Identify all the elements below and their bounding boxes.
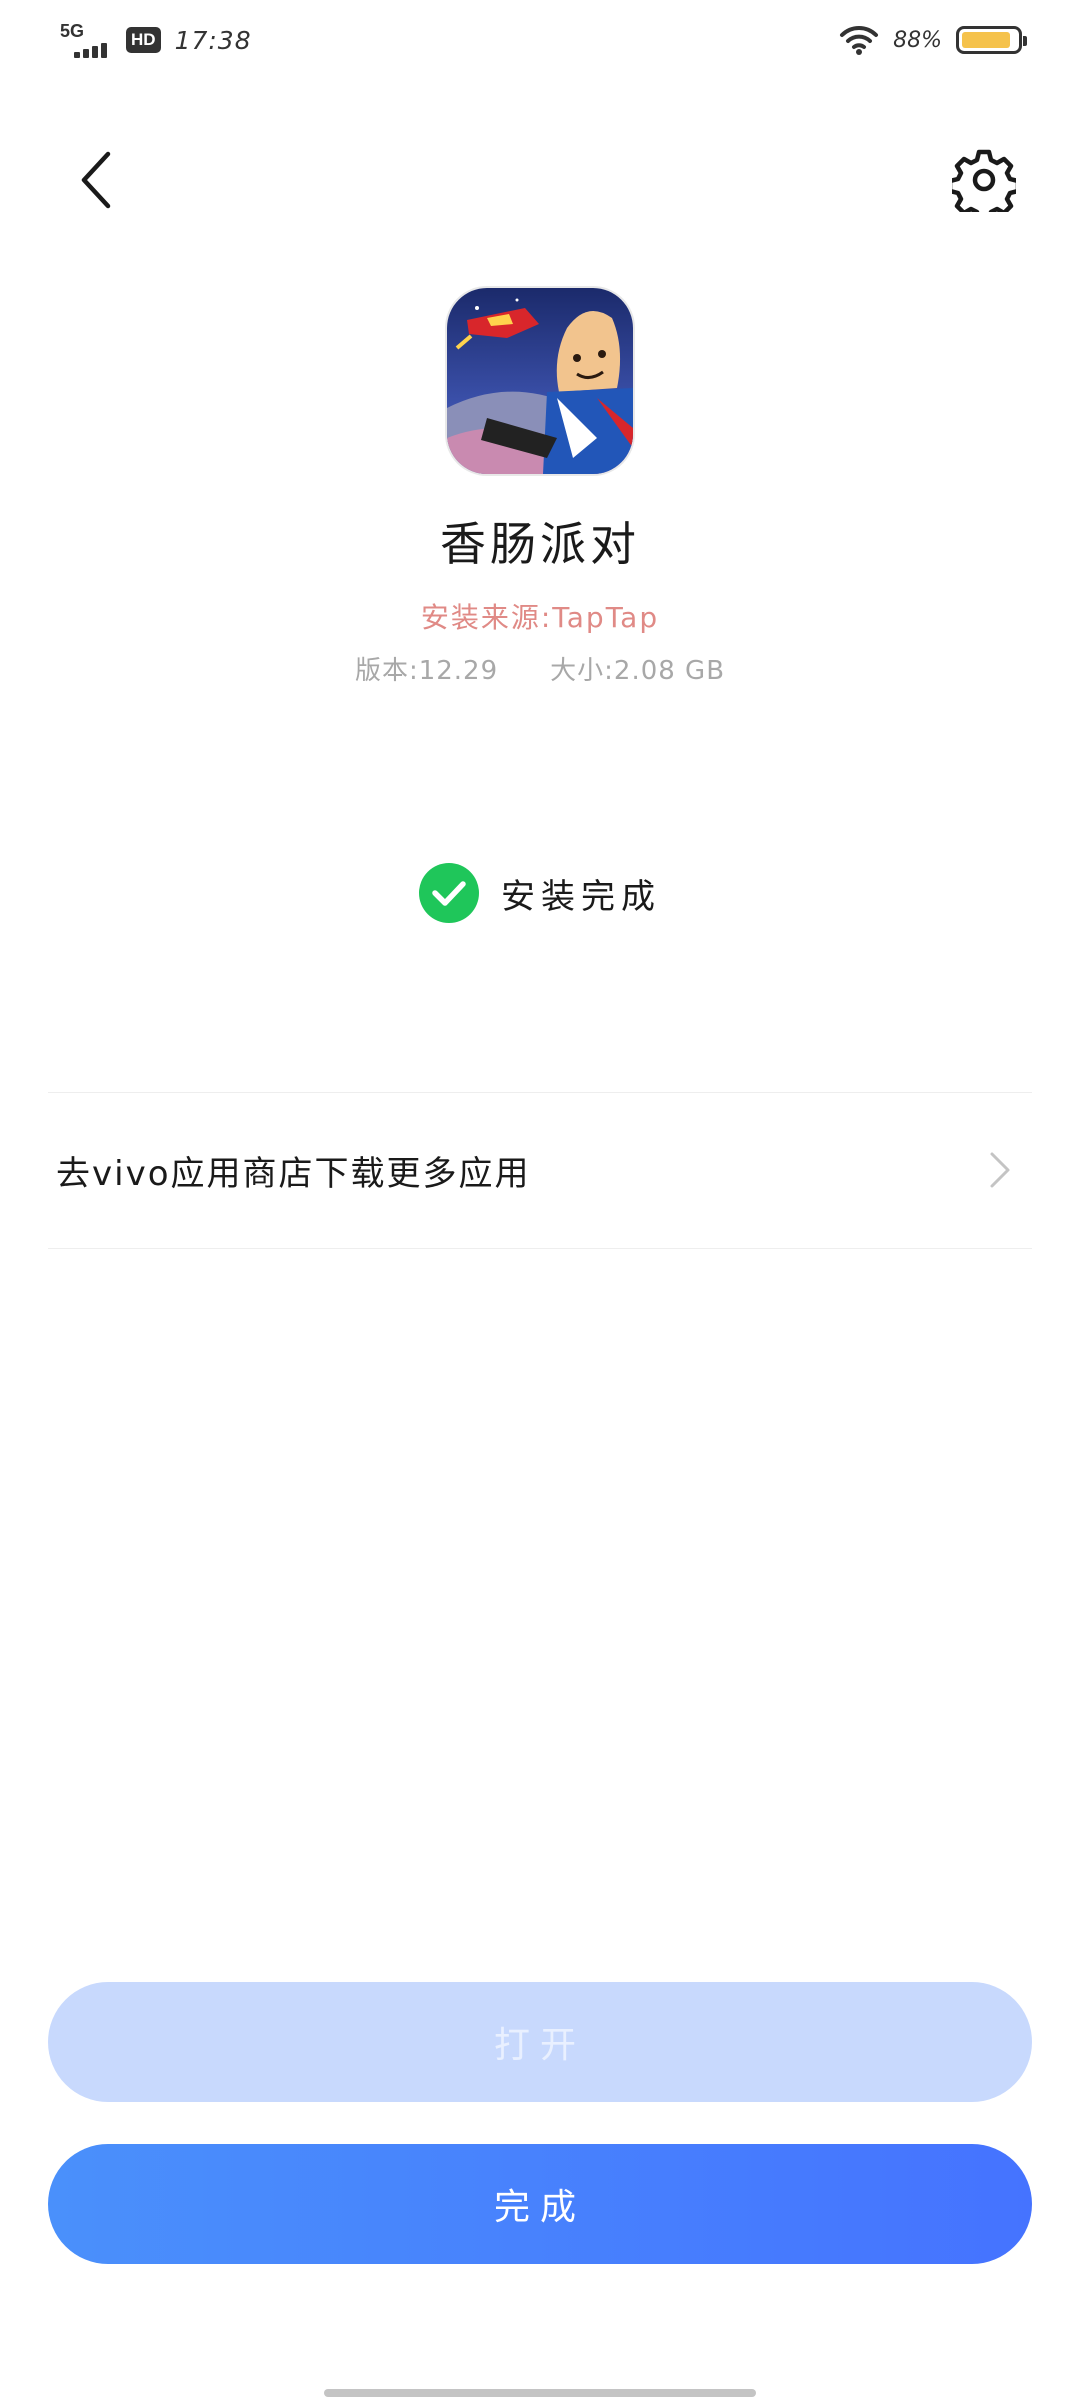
battery-percent: 88% bbox=[893, 27, 942, 53]
divider-bottom bbox=[48, 1248, 1032, 1249]
gear-icon bbox=[952, 149, 1016, 212]
install-source: 安装来源:TapTap bbox=[420, 601, 660, 634]
app-version: 版本:12.29 bbox=[354, 656, 499, 686]
battery-level bbox=[962, 32, 1010, 48]
chevron-left-icon bbox=[81, 151, 111, 209]
app-icon bbox=[447, 288, 633, 474]
store-link-label: 去vivo应用商店下载更多应用 bbox=[56, 1153, 531, 1194]
store-link-row[interactable]: 去vivo应用商店下载更多应用 bbox=[48, 1092, 1032, 1248]
check-circle-icon bbox=[419, 863, 479, 923]
back-button[interactable] bbox=[56, 140, 136, 220]
app-meta: 版本:12.29 大小:2.08 GB bbox=[0, 650, 1080, 687]
status-bar-right: 88% bbox=[839, 18, 1027, 62]
install-status-label: 安装完成 bbox=[501, 876, 661, 917]
hd-badge: HD bbox=[126, 27, 161, 53]
done-button[interactable]: 完成 bbox=[48, 2144, 1032, 2264]
home-indicator[interactable] bbox=[324, 2389, 756, 2397]
settings-button[interactable] bbox=[944, 140, 1024, 220]
status-bar-left: 5G HD 17:38 bbox=[60, 18, 252, 62]
chevron-right-icon bbox=[980, 1150, 1020, 1190]
status-time: 17:38 bbox=[174, 25, 252, 55]
install-status: 安装完成 bbox=[0, 862, 1080, 924]
network-type: 5G bbox=[60, 21, 85, 41]
signal-icon: 5G bbox=[60, 20, 112, 60]
app-name: 香肠派对 bbox=[440, 517, 640, 571]
status-bar: 5G HD 17:38 88% bbox=[0, 0, 1080, 80]
wifi-icon bbox=[840, 25, 879, 55]
app-size: 大小:2.08 GB bbox=[550, 656, 726, 686]
open-button[interactable]: 打开 bbox=[48, 1982, 1032, 2102]
battery-icon bbox=[956, 26, 1027, 54]
